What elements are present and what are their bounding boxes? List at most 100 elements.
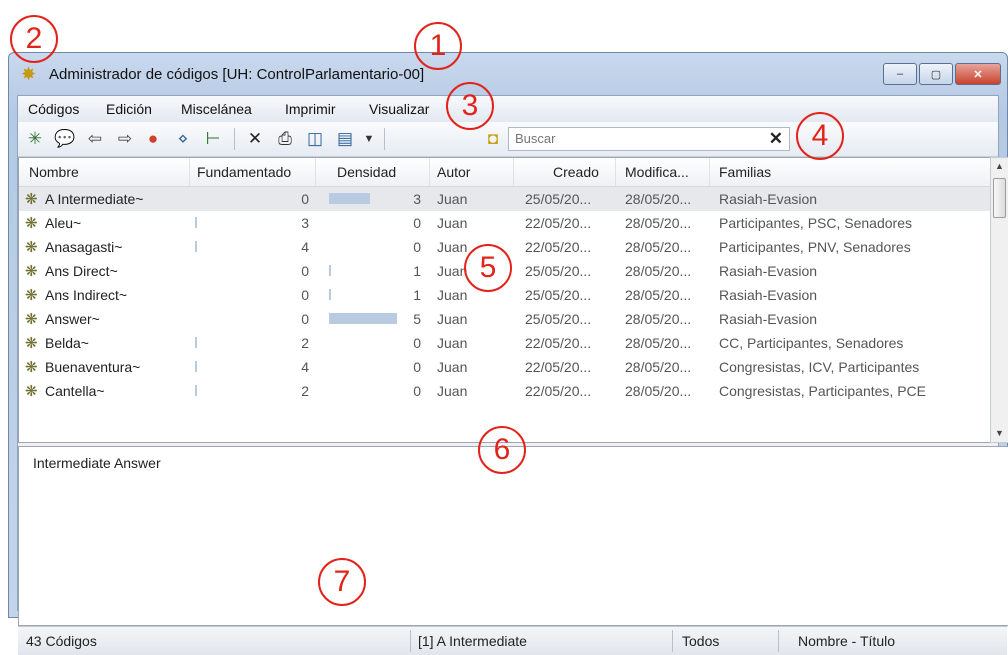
view-icon[interactable]: ▤ (334, 128, 356, 150)
column-divider[interactable] (615, 158, 616, 186)
link-icon[interactable]: ⋄ (172, 128, 194, 150)
cell-densidad: 3 (413, 191, 421, 207)
cell-nombre: Cantella~ (45, 383, 105, 399)
column-divider[interactable] (429, 158, 430, 186)
col-autor[interactable]: Autor (437, 164, 470, 180)
table-row[interactable]: ❋ Answer~ 0 5 Juan 25/05/20... 28/05/20... Rasi… (19, 307, 991, 331)
cell-autor: Juan (437, 215, 468, 231)
fundamentado-bar (195, 337, 197, 348)
densidad-bar (329, 313, 397, 324)
column-divider[interactable] (315, 158, 316, 186)
forward-arrow-icon[interactable]: ⇨ (114, 128, 136, 150)
menu-codigos[interactable]: Códigos (28, 101, 79, 117)
cell-creado: 22/05/20... (525, 359, 592, 375)
search-input[interactable] (509, 128, 751, 148)
cell-fundamentado: 0 (301, 263, 309, 279)
cell-autor: Juan (437, 239, 468, 255)
cell-fundamentado: 0 (301, 287, 309, 303)
table-row[interactable]: ❋ Ans Indirect~ 0 1 Juan 25/05/20... 28/05/20.… (19, 283, 991, 307)
cell-familias: Rasiah-Evasion (719, 311, 818, 327)
status-count: 43 Códigos (26, 633, 97, 649)
cell-densidad: 0 (413, 383, 421, 399)
menu-bar: Códigos Edición Miscelánea Imprimir Visu… (18, 96, 998, 122)
cell-autor: Juan (437, 383, 468, 399)
delete-icon[interactable]: ✕ (244, 128, 266, 150)
cell-creado: 25/05/20... (525, 287, 592, 303)
title-bar[interactable]: ✸ Administrador de códigos [UH: ControlP… (9, 53, 1007, 93)
menu-imprimir[interactable]: Imprimir (285, 101, 336, 117)
cell-modificado: 28/05/20... (625, 287, 692, 303)
col-familias[interactable]: Familias (719, 164, 771, 180)
comment-text: Intermediate Answer (33, 455, 161, 471)
status-sort: Nombre - Título (798, 633, 895, 649)
back-arrow-icon[interactable]: ⇦ (84, 128, 106, 150)
scroll-thumb[interactable] (993, 178, 1006, 218)
column-divider[interactable] (513, 158, 514, 186)
toolbar: ✳ 💬 ⇦ ⇨ ● ⋄ ⊢ ✕ ⎙ ◫ ▤ ▼ ◘ ✕ (18, 122, 998, 157)
menu-miscelanea[interactable]: Miscelánea (181, 101, 252, 117)
table-row[interactable]: ❋ Cantella~ 2 0 Juan 22/05/20... 28/05/20... Co… (19, 379, 991, 403)
col-modificado[interactable]: Modifica... (625, 164, 689, 180)
color-wheel-icon[interactable]: ● (142, 128, 164, 150)
cell-nombre: Ans Indirect~ (45, 287, 128, 303)
cell-densidad: 1 (413, 263, 421, 279)
callout-7: 7 (318, 558, 366, 606)
densidad-bar (329, 265, 331, 276)
search-field[interactable]: ✕ (508, 127, 790, 151)
cell-fundamentado: 0 (301, 191, 309, 207)
table-header: Nombre Fundamentado Densidad Autor Cread… (19, 158, 991, 187)
cell-nombre: Aleu~ (45, 215, 82, 231)
code-icon: ❋ (25, 287, 38, 304)
table-scrollbar[interactable]: ▲ ▼ (990, 157, 1008, 443)
cell-creado: 22/05/20... (525, 215, 592, 231)
table-row[interactable]: ❋ Belda~ 2 0 Juan 22/05/20... 28/05/20... CC, P… (19, 331, 991, 355)
densidad-bar (329, 289, 331, 300)
table-row[interactable]: ❋ A Intermediate~ 0 3 Juan 25/05/20... 28/05/2… (19, 187, 991, 211)
status-divider (778, 630, 779, 652)
clear-search-icon[interactable]: ✕ (769, 129, 783, 149)
panel-icon[interactable]: ◫ (304, 128, 326, 150)
table-row[interactable]: ❋ Buenaventura~ 4 0 Juan 22/05/20... 28/05/20.… (19, 355, 991, 379)
code-manager-window: ✸ Administrador de códigos [UH: ControlP… (8, 52, 1008, 655)
scroll-up-icon[interactable]: ▲ (991, 158, 1008, 175)
cell-creado: 22/05/20... (525, 335, 592, 351)
close-button[interactable]: ✕ (955, 63, 1001, 85)
col-fundamentado[interactable]: Fundamentado (197, 164, 291, 180)
window-title: Administrador de códigos [UH: ControlPar… (49, 66, 425, 83)
menu-visualizar[interactable]: Visualizar (369, 101, 429, 117)
comment-icon[interactable]: 💬 (54, 128, 76, 150)
new-code-icon[interactable]: ✳ (24, 128, 46, 150)
col-densidad[interactable]: Densidad (337, 164, 396, 180)
maximize-button[interactable]: ▢ (919, 63, 953, 85)
cell-familias: Congresistas, ICV, Participantes (719, 359, 920, 375)
col-nombre[interactable]: Nombre (29, 164, 79, 180)
minimize-button[interactable]: – (883, 63, 917, 85)
table-row[interactable]: ❋ Aleu~ 3 0 Juan 22/05/20... 28/05/20... Partic… (19, 211, 991, 235)
folder-icon[interactable]: ◘ (482, 128, 504, 150)
dropdown-icon[interactable]: ▼ (358, 128, 380, 150)
toolbar-separator (234, 128, 235, 150)
code-icon: ❋ (25, 383, 38, 400)
network-icon[interactable]: ⊢ (202, 128, 224, 150)
column-divider[interactable] (189, 158, 190, 186)
callout-2: 2 (10, 15, 58, 63)
cell-familias: Participantes, PNV, Senadores (719, 239, 911, 255)
cell-densidad: 0 (413, 335, 421, 351)
cell-fundamentado: 2 (301, 335, 309, 351)
scroll-down-icon[interactable]: ▼ (991, 425, 1008, 442)
menu-edicion[interactable]: Edición (106, 101, 152, 117)
code-manager-icon: ✸ (21, 64, 37, 84)
col-creado[interactable]: Creado (553, 164, 599, 180)
cell-familias: Participantes, PSC, Senadores (719, 215, 912, 231)
column-divider[interactable] (709, 158, 710, 186)
print-icon[interactable]: ⎙ (274, 128, 296, 150)
cell-fundamentado: 4 (301, 239, 309, 255)
status-divider (672, 630, 673, 652)
cell-fundamentado: 4 (301, 359, 309, 375)
cell-familias: Congresistas, Participantes, PCE (719, 383, 926, 399)
comment-pane[interactable]: Intermediate Answer (18, 446, 1008, 626)
cell-creado: 22/05/20... (525, 383, 592, 399)
cell-densidad: 0 (413, 239, 421, 255)
code-icon: ❋ (25, 191, 38, 208)
cell-modificado: 28/05/20... (625, 359, 692, 375)
